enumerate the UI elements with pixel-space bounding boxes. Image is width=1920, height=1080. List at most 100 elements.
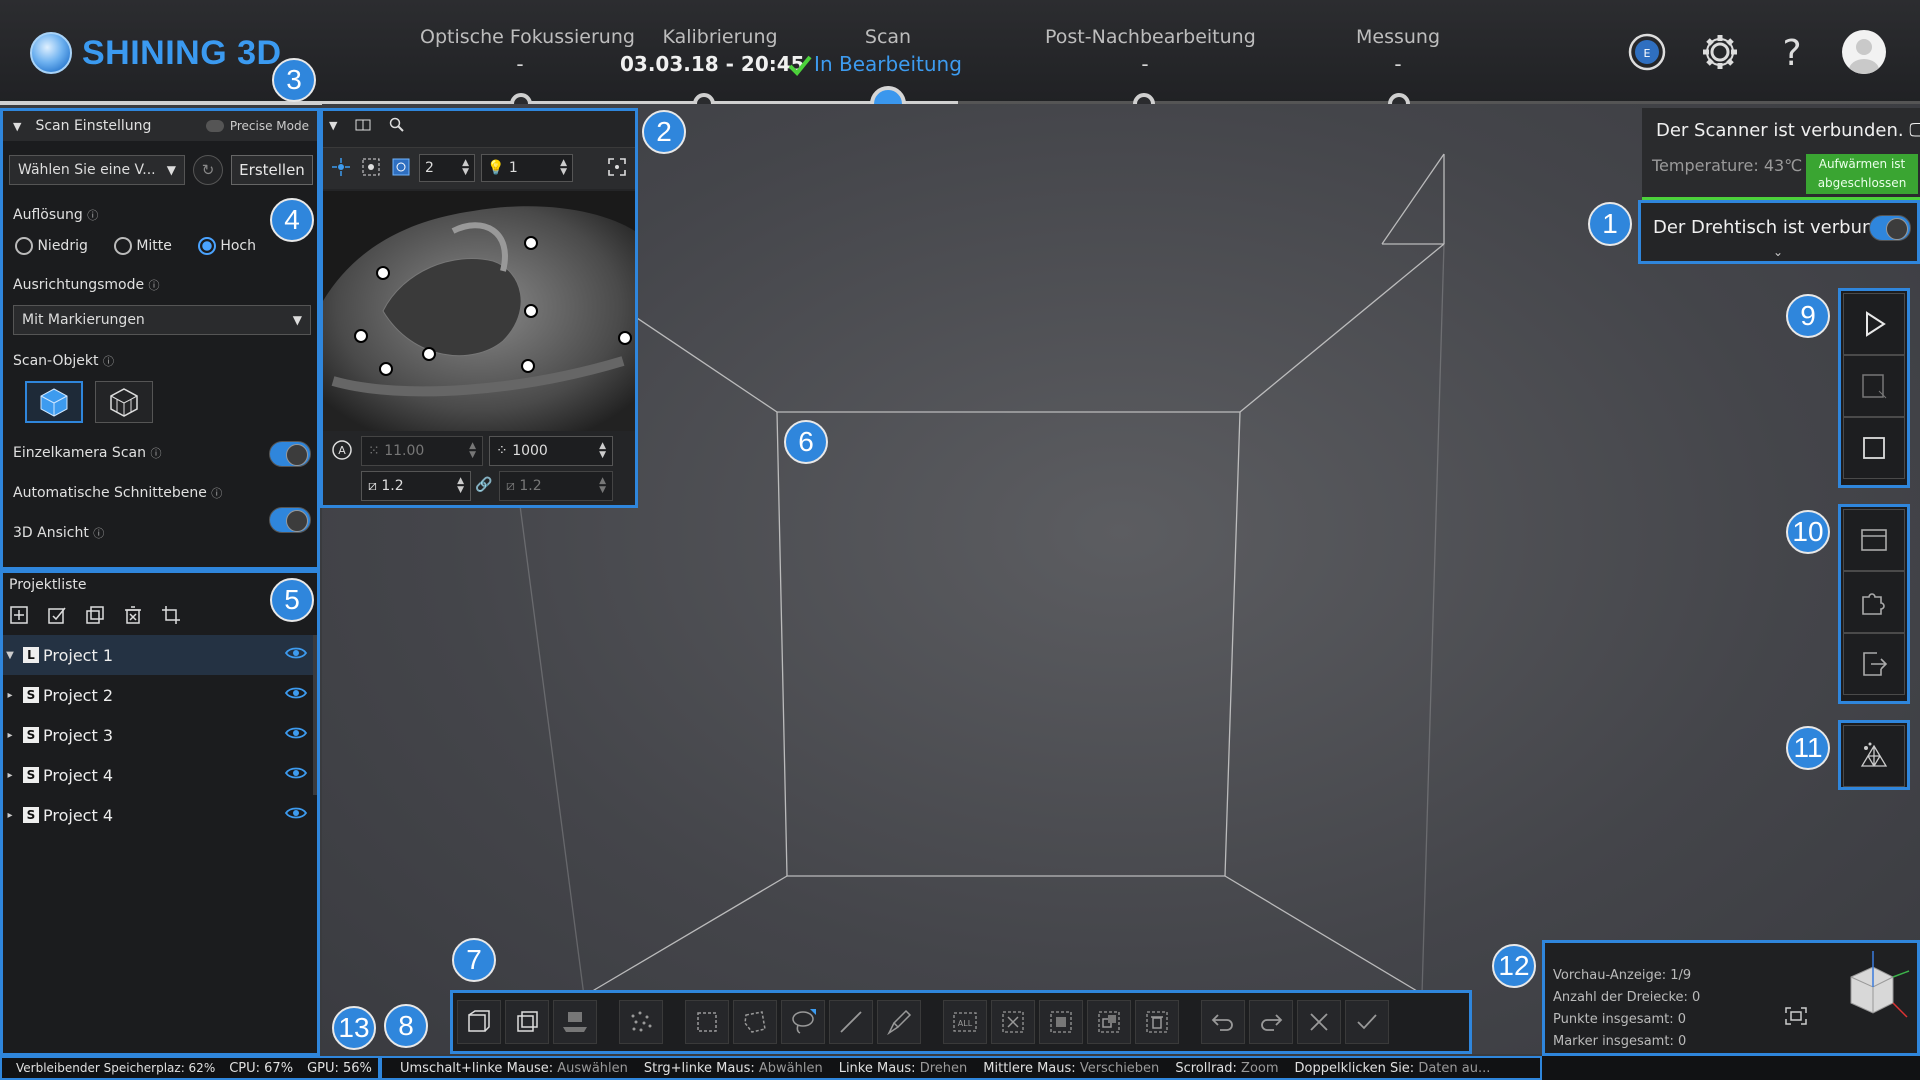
user-avatar[interactable] (1842, 30, 1886, 74)
stop-scan-button[interactable] (1843, 417, 1905, 479)
alignment-select[interactable]: Mit Markierungen ▼ (13, 305, 311, 335)
start-scan-button[interactable] (1843, 293, 1905, 355)
plugin-button[interactable] (1843, 571, 1905, 633)
create-button[interactable]: Erstellen (231, 155, 313, 185)
info-icon[interactable]: ⓘ (87, 209, 98, 222)
visibility-eye-icon[interactable] (285, 646, 307, 660)
radio-mid[interactable] (113, 237, 132, 255)
marker-detect-icon[interactable] (361, 157, 381, 177)
expand-icon[interactable]: ▸ (3, 730, 17, 741)
step-name-scan[interactable]: Scan (788, 26, 988, 48)
clear-scan-button[interactable] (1843, 355, 1905, 417)
texture-icon[interactable] (391, 157, 411, 177)
generate-mesh-button[interactable] (1843, 725, 1905, 787)
stepper-arrows-icon[interactable]: ▲ ▼ (560, 159, 567, 177)
project-list-scrollbar[interactable] (313, 635, 317, 795)
connected-select-button[interactable] (1087, 1000, 1131, 1044)
gain-right-stepper[interactable]: ⧄ 1.2 ▲ ▼ (499, 471, 613, 501)
stepper-arrows-icon[interactable]: ▲ ▼ (462, 159, 469, 177)
visibility-eye-icon[interactable] (285, 686, 307, 700)
info-icon[interactable]: ⓘ (211, 487, 222, 500)
point-select-button[interactable] (619, 1000, 663, 1044)
visibility-eye-icon[interactable] (285, 726, 307, 740)
split-view-icon[interactable] (355, 119, 371, 131)
auto-exposure-icon[interactable]: A (331, 439, 353, 461)
object-type-hollow[interactable] (95, 381, 153, 423)
brightness-stepper[interactable]: 💡 1 ▲ ▼ (481, 154, 573, 182)
template-select[interactable]: Wählen Sie eine V... ▼ (9, 155, 185, 185)
step-name-measure[interactable]: Messung (1298, 26, 1498, 48)
apply-button[interactable] (1345, 1000, 1389, 1044)
step-name-focus[interactable]: Optische Fokussierung (420, 26, 635, 48)
project-item-1[interactable]: ▼ L Project 1 (3, 635, 317, 675)
auto-cut-toggle[interactable] (269, 507, 311, 533)
expand-icon[interactable]: ▼ (3, 650, 17, 661)
redo-button[interactable] (1249, 1000, 1293, 1044)
invert-select-button[interactable] (1039, 1000, 1083, 1044)
orientation-cube-icon[interactable] (1829, 947, 1915, 1033)
radio-low[interactable] (15, 237, 33, 255)
add-project-icon[interactable] (9, 605, 29, 625)
precise-mode-switch[interactable] (205, 120, 224, 132)
undo-button[interactable] (1201, 1000, 1245, 1044)
crop-project-icon[interactable] (161, 605, 181, 625)
refresh-template-button[interactable]: ↻ (193, 155, 223, 185)
polygon-select-button[interactable] (733, 1000, 777, 1044)
stepper-arrows-icon[interactable]: ▲ ▼ (457, 477, 464, 495)
model-mode-icon[interactable]: E (1625, 30, 1669, 74)
resolution-high[interactable]: Hoch (197, 237, 256, 255)
precise-mode-toggle[interactable]: Precise Mode (205, 119, 309, 133)
delete-project-icon[interactable] (123, 605, 143, 625)
fit-screen-icon[interactable] (1785, 1007, 1807, 1025)
brush-select-button[interactable] (877, 1000, 921, 1044)
project-item-4[interactable]: ▸ S Project 4 (3, 755, 317, 795)
stepper-arrows-icon[interactable]: ▲ ▼ (469, 442, 476, 460)
export-button[interactable] (1843, 633, 1905, 695)
single-camera-toggle[interactable] (269, 441, 311, 467)
line-select-button[interactable] (829, 1000, 873, 1044)
visibility-eye-icon[interactable] (285, 806, 307, 820)
step-name-post[interactable]: Post-Nachbearbeitung (1045, 26, 1256, 48)
turntable-toggle[interactable] (1869, 215, 1911, 241)
expand-icon[interactable]: ▸ (3, 810, 17, 821)
deselect-button[interactable] (991, 1000, 1035, 1044)
rect-select-button[interactable] (685, 1000, 729, 1044)
project-item-3[interactable]: ▸ S Project 3 (3, 715, 317, 755)
stepper-arrows-icon[interactable]: ▲ ▼ (599, 442, 606, 460)
crosshair-icon[interactable] (331, 157, 351, 177)
expand-icon[interactable]: ▸ (3, 770, 17, 781)
visibility-eye-icon[interactable] (285, 766, 307, 780)
view-box-button[interactable] (505, 1000, 549, 1044)
settings-gear-icon[interactable] (1698, 30, 1742, 74)
expand-chevron-icon[interactable]: ⌄ (1773, 245, 1783, 259)
radio-high[interactable] (197, 237, 216, 255)
zoom-icon[interactable] (389, 117, 405, 133)
view-window-button[interactable] (1843, 509, 1905, 571)
merge-project-icon[interactable] (85, 605, 105, 625)
collapse-triangle-icon[interactable]: ▼ (329, 119, 337, 132)
gain-left-stepper[interactable]: ⧄ 1.2 ▲ ▼ (361, 471, 471, 501)
link-icon[interactable]: 🔗 (475, 477, 492, 493)
import-project-icon[interactable] (47, 605, 67, 625)
fit-view-icon[interactable] (607, 157, 627, 177)
select-all-button[interactable]: ALL (943, 1000, 987, 1044)
exposure-stepper[interactable]: ⁙ 11.00 ▲ ▼ (361, 436, 483, 466)
expand-icon[interactable]: ▸ (3, 690, 17, 701)
collapse-triangle-icon[interactable]: ▼ (13, 120, 21, 133)
delete-selection-button[interactable] (1135, 1000, 1179, 1044)
plane-cut-button[interactable] (553, 1000, 597, 1044)
info-icon[interactable]: ⓘ (103, 355, 114, 368)
stepper-arrows-icon[interactable]: ▲ ▼ (599, 477, 606, 495)
project-item-5[interactable]: ▸ S Project 4 (3, 795, 317, 835)
resolution-mid[interactable]: Mitte (113, 237, 172, 255)
resolution-low[interactable]: Niedrig (15, 237, 88, 255)
object-type-solid[interactable] (25, 381, 83, 423)
info-icon[interactable]: ⓘ (149, 279, 160, 292)
cancel-button[interactable] (1297, 1000, 1341, 1044)
help-icon[interactable]: ? (1770, 30, 1814, 74)
info-icon[interactable]: ⓘ (93, 527, 104, 540)
lasso-select-button[interactable] (781, 1000, 825, 1044)
project-item-2[interactable]: ▸ S Project 2 (3, 675, 317, 715)
info-icon[interactable]: ⓘ (150, 447, 161, 460)
scan-count-stepper[interactable]: 2 ▲ ▼ (419, 154, 475, 182)
